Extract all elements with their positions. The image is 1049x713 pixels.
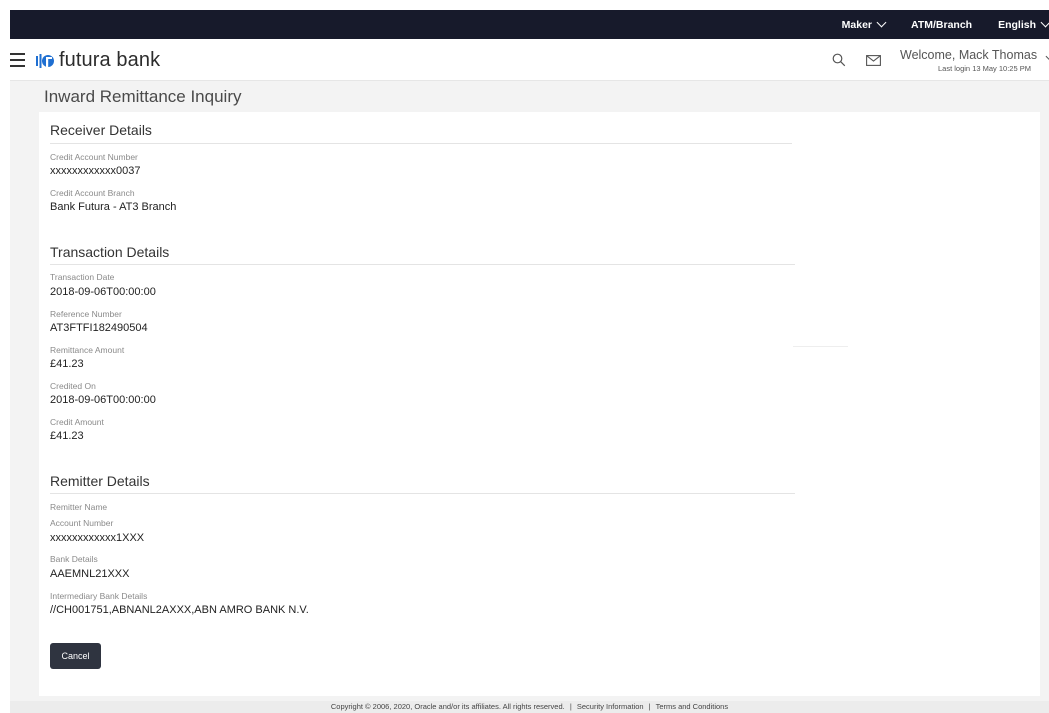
account-number-label: Account Number [50, 518, 114, 528]
page-title: Inward Remittance Inquiry [44, 87, 242, 106]
transaction-date-value: 2018-09-06T00:00:00 [50, 286, 156, 298]
chevron-down-icon [876, 17, 887, 28]
terms-and-conditions-link[interactable]: Terms and Conditions [656, 702, 729, 711]
security-information-link[interactable]: Security Information [577, 702, 644, 711]
language-label: English [998, 18, 1036, 31]
header: futura bank Welcome, Mack Thomas Last lo… [10, 39, 1049, 81]
remitter-details-heading: Remitter Details [50, 473, 150, 489]
welcome-text: Welcome, Mack Thomas [900, 48, 1038, 62]
receiver-details-heading: Receiver Details [50, 122, 152, 138]
credited-on-label: Credited On [50, 381, 96, 391]
mail-icon[interactable] [866, 54, 881, 66]
remitter-name-label: Remitter Name [50, 502, 108, 512]
atm-branch-label: ATM/Branch [911, 18, 973, 31]
remittance-amount-value: £41.23 [50, 358, 84, 370]
divider [793, 346, 848, 347]
transaction-date-label: Transaction Date [50, 272, 115, 282]
remittance-amount-label: Remittance Amount [50, 345, 125, 355]
credit-amount-value: £41.23 [50, 430, 84, 442]
cancel-button[interactable]: Cancel [50, 643, 101, 669]
credit-account-branch-label: Credit Account Branch [50, 188, 135, 198]
separator: | [569, 702, 572, 711]
credit-account-branch-value: Bank Futura - AT3 Branch [50, 201, 177, 213]
reference-number-value: AT3FTFI182490504 [50, 322, 148, 334]
footer: Copyright © 2006, 2020, Oracle and/or it… [10, 701, 1049, 713]
language-selector[interactable]: English [998, 17, 1049, 31]
separator: | [648, 702, 651, 711]
chevron-down-icon [1040, 17, 1049, 28]
copyright-text: Copyright © 2006, 2020, Oracle and/or it… [330, 702, 565, 711]
credit-account-number-value: xxxxxxxxxxxx0037 [50, 165, 141, 177]
credit-amount-label: Credit Amount [50, 417, 104, 427]
atm-branch-link[interactable]: ATM/Branch [911, 19, 972, 31]
intermediary-bank-details-value: //CH001751,ABNANL2AXXX,ABN AMRO BANK N.V… [50, 604, 309, 616]
intermediary-bank-details-label: Intermediary Bank Details [50, 591, 148, 601]
last-login-text: Last login 13 May 10:25 PM [938, 64, 1031, 73]
menu-icon[interactable] [10, 53, 25, 67]
role-label: Maker [841, 18, 873, 31]
brand-name: futura bank [59, 49, 161, 71]
divider [50, 264, 795, 265]
bank-details-label: Bank Details [50, 554, 98, 564]
futura-logo-icon [36, 53, 54, 69]
reference-number-label: Reference Number [50, 309, 122, 319]
credit-account-number-label: Credit Account Number [50, 152, 138, 162]
user-menu[interactable]: Welcome, Mack Thomas Last login 13 May 1… [900, 48, 1049, 73]
top-bar: Maker ATM/Branch English [10, 10, 1049, 39]
brand-logo[interactable]: futura bank [35, 49, 160, 72]
transaction-details-heading: Transaction Details [50, 244, 170, 260]
divider [50, 143, 792, 144]
account-number-value: xxxxxxxxxxxx1XXX [50, 532, 145, 544]
role-selector[interactable]: Maker [841, 17, 887, 31]
credited-on-value: 2018-09-06T00:00:00 [50, 394, 156, 406]
search-icon[interactable] [832, 53, 846, 67]
divider [50, 493, 795, 494]
bank-details-value: AAEMNL21XXX [50, 568, 130, 580]
